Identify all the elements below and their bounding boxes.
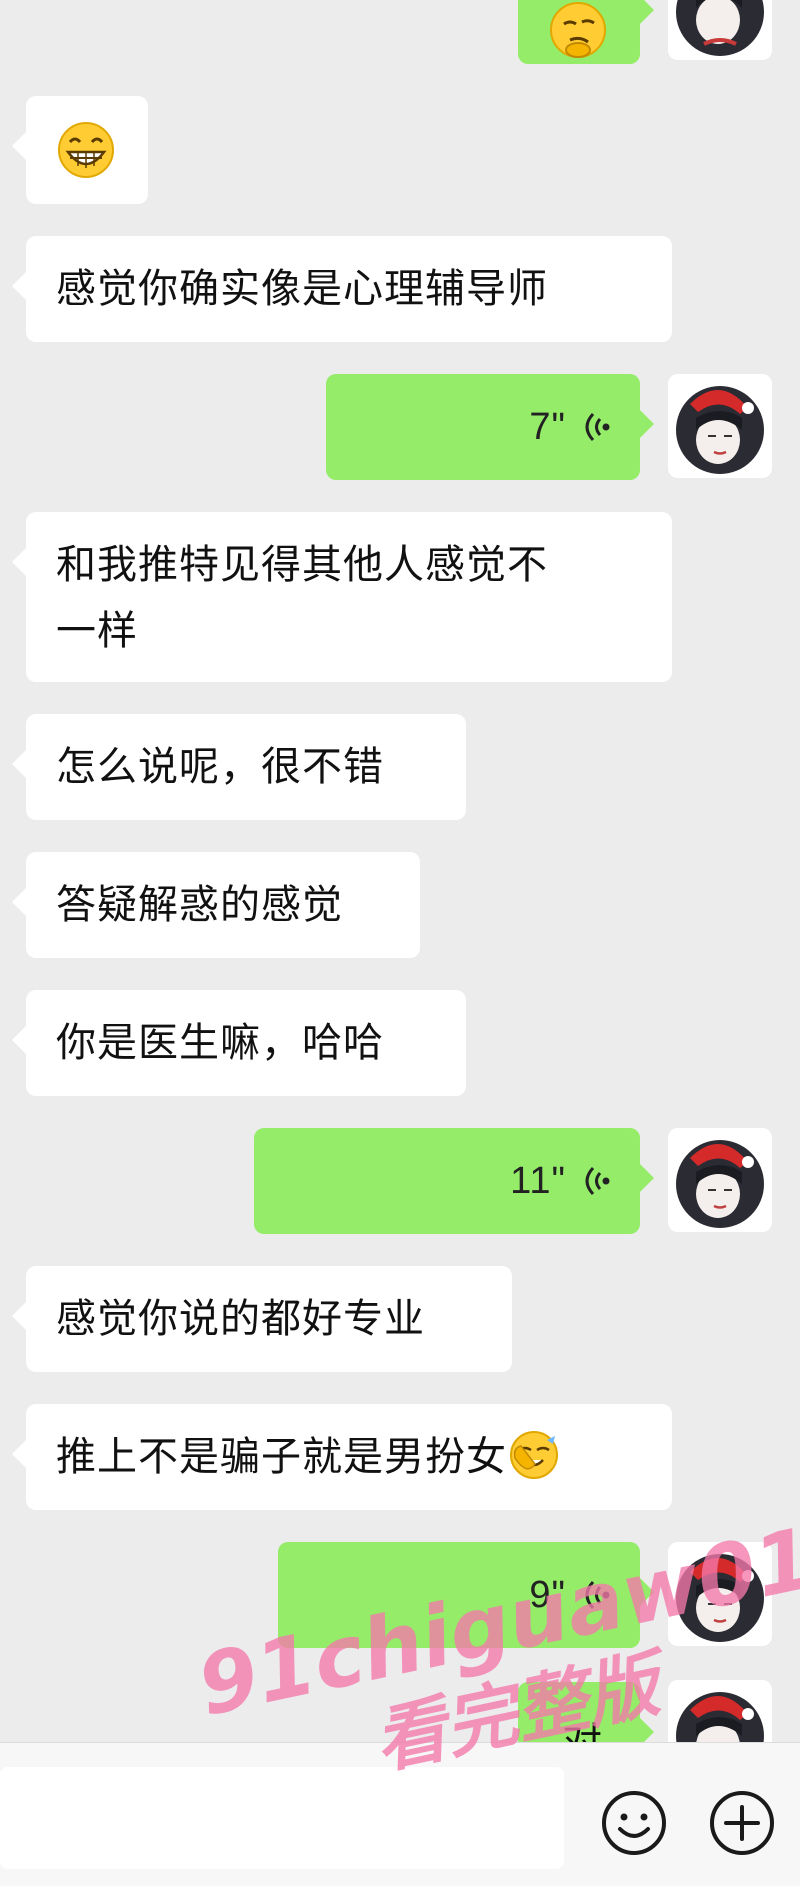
incoming-message-bubble[interactable]: 推上不是骗子就是男扮女 bbox=[12, 1404, 672, 1510]
message-text-line: 一样 bbox=[56, 608, 138, 654]
incoming-message-bubble[interactable]: 和我推特见得其他人感觉不 一样 bbox=[12, 512, 672, 682]
avatar-portrait-icon bbox=[668, 1128, 772, 1232]
avatar-portrait-icon bbox=[668, 1542, 772, 1646]
voice-duration: 11" bbox=[510, 1160, 566, 1202]
incoming-message-bubble[interactable]: 怎么说呢，很不错 bbox=[12, 714, 466, 820]
message-text: 感觉你确实像是心理辅导师 bbox=[56, 266, 548, 312]
incoming-message-bubble[interactable]: 答疑解惑的感觉 bbox=[12, 852, 420, 958]
message-input[interactable] bbox=[0, 1767, 564, 1869]
plus-circle-icon bbox=[710, 1791, 774, 1855]
message-text: 答疑解惑的感觉 bbox=[56, 882, 343, 928]
my-avatar[interactable] bbox=[668, 0, 772, 60]
grin-emoji bbox=[58, 122, 114, 178]
incoming-message-bubble[interactable]: 感觉你说的都好专业 bbox=[12, 1266, 512, 1372]
voice-duration: 9" bbox=[529, 1574, 566, 1616]
voice-wave-icon bbox=[585, 412, 610, 442]
message-text: 你是医生嘛，哈哈 bbox=[56, 1020, 384, 1066]
facepalm-emoji bbox=[510, 1431, 558, 1479]
voice-wave-icon bbox=[585, 1580, 610, 1610]
avatar-portrait-icon bbox=[668, 374, 772, 478]
outgoing-voice-bubble[interactable]: 9" bbox=[278, 1542, 654, 1648]
smiley-face-icon bbox=[602, 1791, 666, 1855]
my-avatar[interactable] bbox=[668, 1128, 772, 1232]
avatar-portrait-icon bbox=[668, 0, 772, 60]
incoming-emoji-bubble[interactable] bbox=[12, 96, 148, 204]
emoji-button[interactable] bbox=[600, 1789, 668, 1857]
chat-area: 感觉你确实像是心理辅导师 7" 和我推特见得其他人感觉不 一样 怎么说呢，很不错… bbox=[0, 0, 800, 1885]
outgoing-emoji-bubble[interactable] bbox=[518, 0, 654, 64]
message-text: 推上不是骗子就是男扮女 bbox=[56, 1434, 507, 1480]
voice-wave-icon bbox=[585, 1166, 610, 1196]
voice-duration: 7" bbox=[529, 406, 566, 448]
message-text: 怎么说呢，很不错 bbox=[56, 744, 384, 790]
thinking-emoji bbox=[550, 2, 606, 58]
message-text: 感觉你说的都好专业 bbox=[56, 1296, 425, 1342]
more-options-button[interactable] bbox=[708, 1789, 776, 1857]
input-bar bbox=[0, 1742, 800, 1886]
my-avatar[interactable] bbox=[668, 1542, 772, 1646]
message-text-line: 和我推特见得其他人感觉不 bbox=[56, 542, 548, 588]
outgoing-voice-bubble[interactable]: 7" bbox=[326, 374, 654, 480]
outgoing-voice-bubble[interactable]: 11" bbox=[254, 1128, 654, 1234]
incoming-message-bubble[interactable]: 感觉你确实像是心理辅导师 bbox=[12, 236, 672, 342]
my-avatar[interactable] bbox=[668, 374, 772, 478]
incoming-message-bubble[interactable]: 你是医生嘛，哈哈 bbox=[12, 990, 466, 1096]
